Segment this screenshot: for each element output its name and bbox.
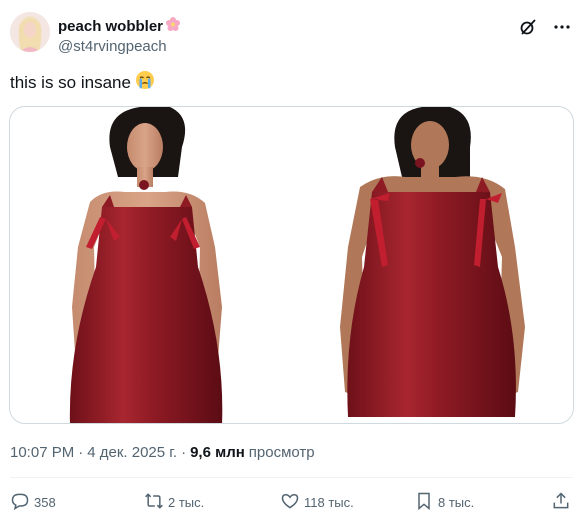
repost-icon (144, 491, 164, 514)
repost-count: 2 тыс. (168, 494, 205, 510)
left-model-image (69, 107, 223, 423)
reply-icon (10, 491, 30, 514)
bookmark-button[interactable]: 8 тыс. (414, 490, 474, 514)
user-handle[interactable]: @st4rvingpeach (58, 37, 181, 57)
action-bar: 358 2 тыс. 118 тыс. 8 тыс. (10, 490, 573, 514)
tweet-meta: 10:07 PM · 4 дек. 2025 г. · 9,6 млн прос… (10, 443, 315, 463)
repost-button[interactable]: 2 тыс. (144, 490, 204, 514)
reply-count: 358 (34, 494, 56, 510)
views-label: просмотр (248, 444, 315, 461)
meta-separator: · (78, 444, 84, 461)
display-name[interactable]: peach wobbler (58, 18, 163, 36)
views-count: 9,6 млн (190, 444, 245, 461)
meta-separator: · (181, 444, 187, 461)
heart-icon (280, 491, 300, 514)
bookmark-icon (414, 491, 434, 514)
grok-icon[interactable] (517, 16, 539, 38)
share-icon (551, 491, 571, 514)
crying-face-emoji (135, 70, 155, 96)
avatar[interactable] (10, 12, 50, 52)
more-options-icon[interactable] (551, 16, 573, 38)
bookmark-count: 8 тыс. (438, 494, 475, 510)
tweet-header: peach wobbler @st4rvingpeach (10, 12, 573, 58)
reply-button[interactable]: 358 (10, 490, 56, 514)
divider (10, 477, 573, 478)
tweet-text: this is so insane (10, 73, 131, 92)
flower-emoji (165, 16, 181, 37)
media-container[interactable] (9, 106, 574, 424)
tweet-time[interactable]: 10:07 PM (10, 443, 74, 463)
tweet-text-row: this is so insane (10, 70, 155, 96)
like-count: 118 тыс. (304, 494, 354, 510)
right-model-image (340, 107, 525, 417)
tweet-date[interactable]: 4 дек. 2025 г. (87, 443, 177, 463)
like-button[interactable]: 118 тыс. (280, 490, 354, 514)
share-button[interactable] (551, 490, 571, 514)
